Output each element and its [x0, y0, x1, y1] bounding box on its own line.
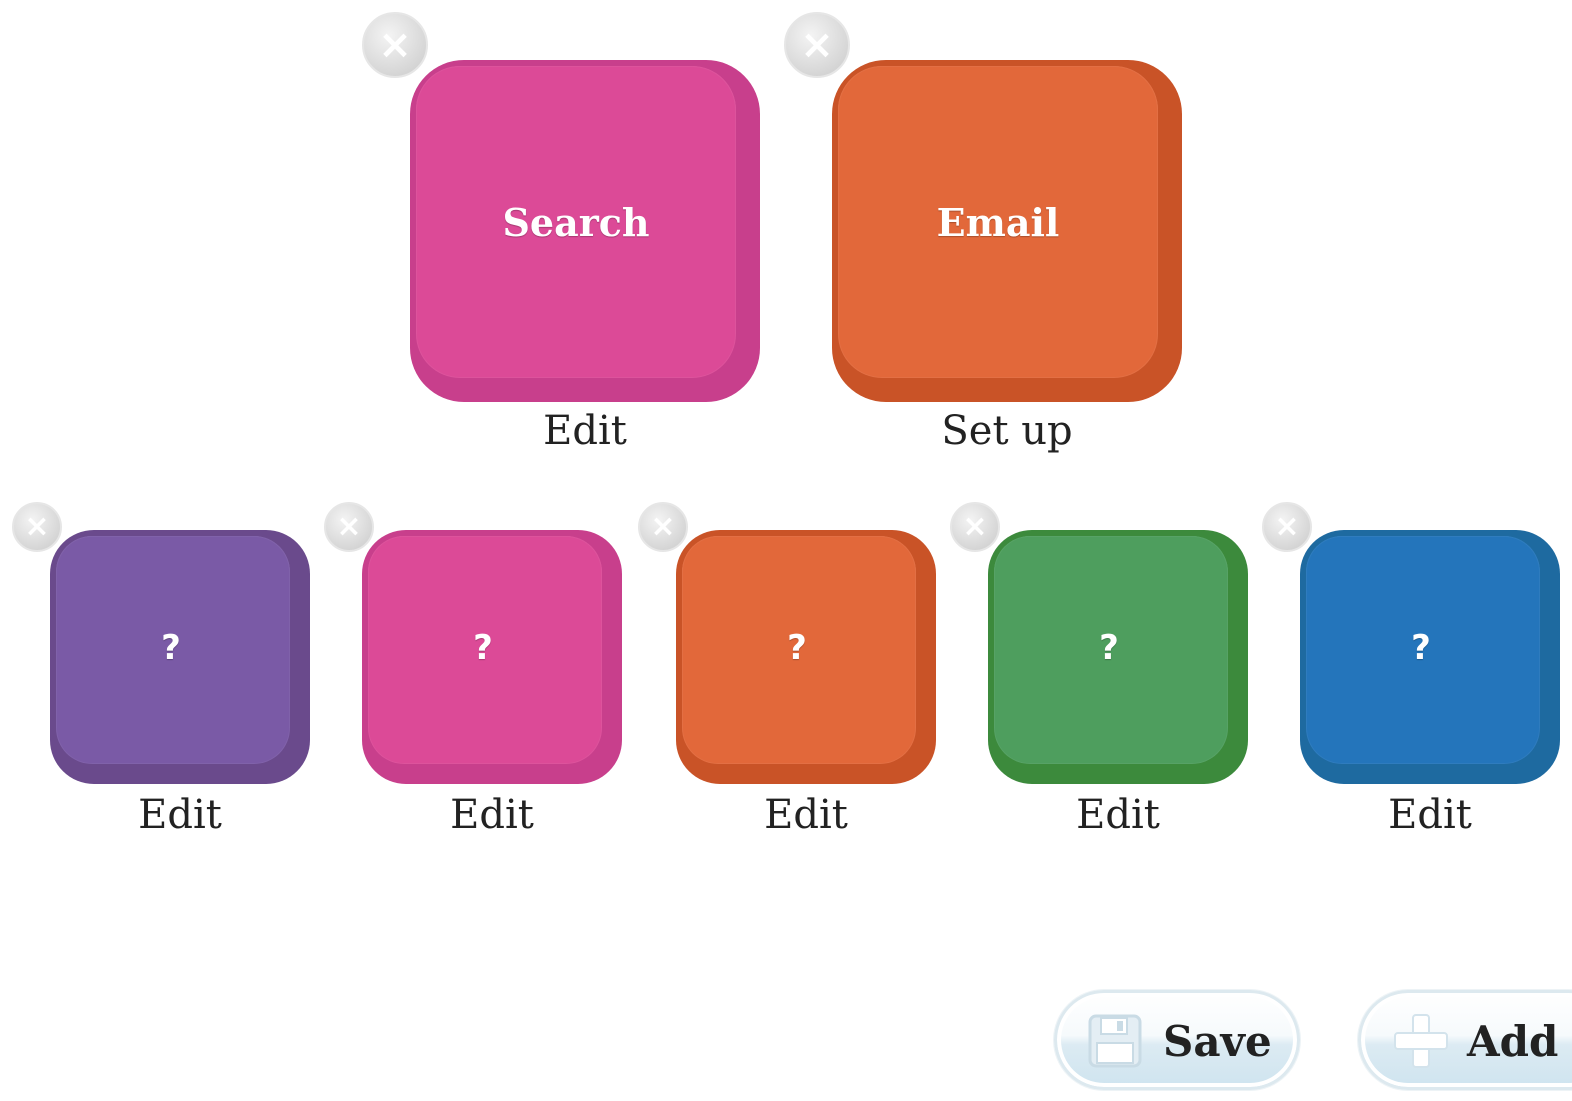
tile-search-button[interactable]: Search — [410, 60, 760, 402]
tile-edit-link[interactable]: Edit — [1300, 792, 1560, 838]
tile-empty: ? — [362, 530, 622, 784]
tile-edit-link[interactable]: Edit — [676, 792, 936, 838]
tile-empty-button[interactable]: ? — [988, 530, 1248, 784]
tile-label: ? — [1099, 628, 1119, 668]
tile-edit-link[interactable]: Edit — [362, 792, 622, 838]
tile-label: ? — [787, 628, 807, 668]
tile-empty: ? — [676, 530, 936, 784]
floppy-disk-icon — [1087, 1013, 1143, 1069]
add-button[interactable]: Add a — [1358, 990, 1572, 1090]
tile-editor-canvas: Search × Edit Email × Set up ? × Edit ? … — [0, 0, 1572, 1101]
tile-empty: ? — [988, 530, 1248, 784]
remove-tile-icon[interactable]: × — [12, 502, 62, 552]
tile-label: Search — [502, 199, 650, 245]
tile-label: ? — [473, 628, 493, 668]
tile-edit-link[interactable]: Edit — [988, 792, 1248, 838]
add-label: Add a — [1467, 1017, 1572, 1066]
tile-empty-button[interactable]: ? — [676, 530, 936, 784]
tile-edit-link[interactable]: Edit — [410, 408, 760, 454]
remove-tile-icon[interactable]: × — [362, 12, 428, 78]
save-label: Save — [1163, 1017, 1272, 1066]
tile-empty-button[interactable]: ? — [1300, 530, 1560, 784]
tile-empty: ? — [1300, 530, 1560, 784]
tile-empty: ? — [50, 530, 310, 784]
tile-setup-link[interactable]: Set up — [832, 408, 1182, 454]
tile-search: Search — [410, 60, 760, 402]
plus-icon — [1391, 1011, 1451, 1071]
remove-tile-icon[interactable]: × — [638, 502, 688, 552]
remove-tile-icon[interactable]: × — [950, 502, 1000, 552]
tile-label: ? — [161, 628, 181, 668]
remove-tile-icon[interactable]: × — [784, 12, 850, 78]
tile-empty-button[interactable]: ? — [362, 530, 622, 784]
tile-label: Email — [936, 199, 1060, 245]
tile-email: Email — [832, 60, 1182, 402]
tile-empty-button[interactable]: ? — [50, 530, 310, 784]
remove-tile-icon[interactable]: × — [324, 502, 374, 552]
tile-edit-link[interactable]: Edit — [50, 792, 310, 838]
tile-email-button[interactable]: Email — [832, 60, 1182, 402]
save-button[interactable]: Save — [1054, 990, 1300, 1090]
remove-tile-icon[interactable]: × — [1262, 502, 1312, 552]
tile-label: ? — [1411, 628, 1431, 668]
